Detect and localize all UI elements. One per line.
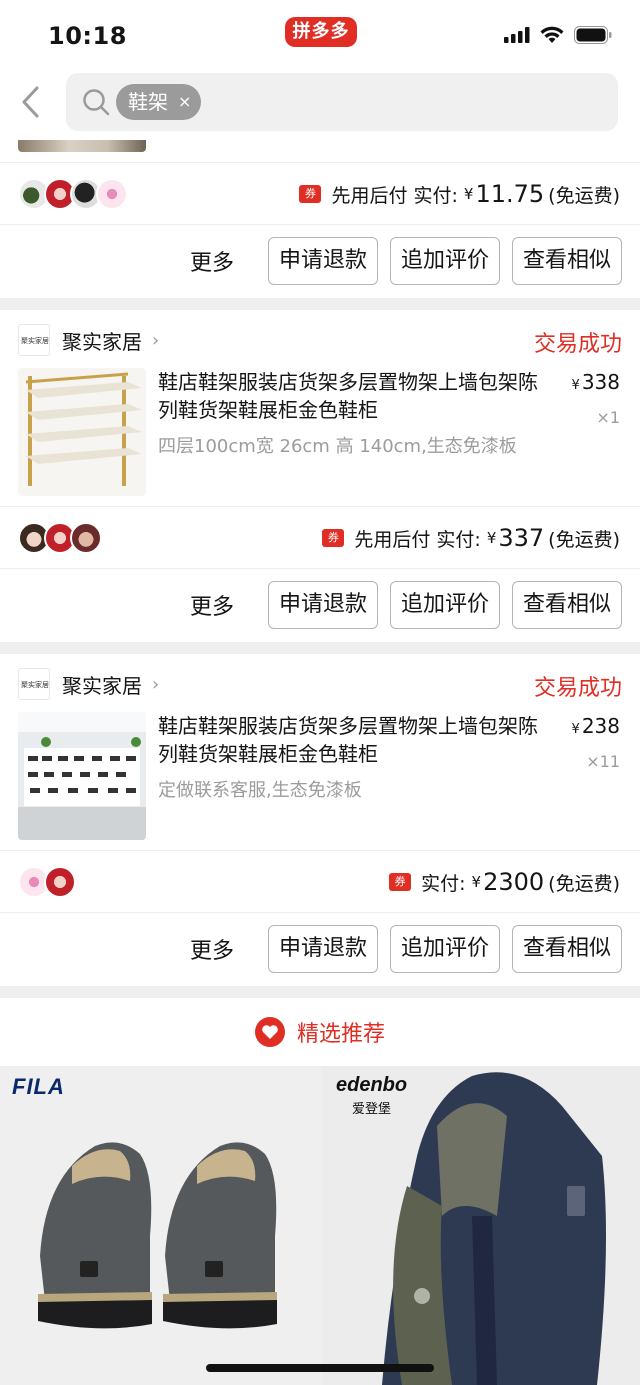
clear-keyword-icon[interactable]: × xyxy=(178,84,191,120)
product-title[interactable]: 鞋店鞋架服装店货架多层置物架上墙包架陈列鞋货架鞋展柜金色鞋柜 xyxy=(158,712,548,768)
product-quantity: ×11 xyxy=(586,752,620,771)
coupon-icon: 券 xyxy=(299,185,322,203)
order-actions: 更多 申请退款 追加评价 查看相似 xyxy=(190,237,622,285)
product-spec: 定做联系客服,生态免漆板 xyxy=(158,780,362,801)
search-input[interactable]: 鞋架 × xyxy=(66,73,618,131)
product-quantity: ×1 xyxy=(596,408,620,427)
battery-icon xyxy=(574,26,612,44)
chevron-left-icon xyxy=(22,86,39,118)
shop-name: 聚实家居 xyxy=(62,329,142,354)
more-button[interactable]: 更多 xyxy=(190,245,234,277)
order-status: 交易成功 xyxy=(533,676,622,701)
currency-symbol: ¥ xyxy=(463,185,474,203)
coupon-icon: 券 xyxy=(322,529,345,547)
recommendation-card[interactable]: edenbo 爱登堡 xyxy=(322,1066,640,1385)
order-card: 聚实家居 聚实家居 › 交易成功 鞋店鞋架服装店货架多层置物架上墙包架陈列鞋货架… xyxy=(0,310,640,642)
down-jacket-image xyxy=(382,1072,606,1385)
heart-icon xyxy=(254,1017,285,1047)
product-image[interactable] xyxy=(18,712,146,840)
avatar xyxy=(70,522,102,554)
payment-summary: 券 先用后付 实付: ¥ 11.75 (免运费) xyxy=(299,180,620,208)
store-display-image xyxy=(18,712,146,840)
system-icons xyxy=(504,26,612,44)
shipping-note: (免运费) xyxy=(548,872,620,895)
buyer-avatars xyxy=(18,522,102,554)
product-image[interactable] xyxy=(18,368,146,496)
order-actions: 更多 申请退款 追加评价 查看相似 xyxy=(190,581,622,629)
divider xyxy=(0,162,640,163)
recommend-header: 精选推荐 xyxy=(0,998,640,1066)
divider xyxy=(0,850,640,851)
shop-logo: 聚实家居 xyxy=(18,324,50,356)
product-title[interactable]: 鞋店鞋架服装店货架多层置物架上墙包架陈列鞋货架鞋展柜金色鞋柜 xyxy=(158,368,548,424)
divider xyxy=(0,224,640,225)
search-icon xyxy=(83,89,110,116)
order-status: 交易成功 xyxy=(533,332,622,357)
shoe-rack-image xyxy=(18,368,146,496)
chevron-right-icon: › xyxy=(152,673,160,695)
refund-button[interactable]: 申请退款 xyxy=(267,581,378,629)
paid-label: 实付: xyxy=(421,872,466,895)
add-review-button[interactable]: 追加评价 xyxy=(389,581,500,629)
recommendation-card[interactable]: FILA xyxy=(0,1066,318,1385)
refund-button[interactable]: 申请退款 xyxy=(267,925,378,973)
currency-symbol: ¥ xyxy=(471,873,482,891)
paid-amount: 2300 xyxy=(483,868,545,896)
paid-label: 实付: xyxy=(436,528,481,551)
paid-amount: 337 xyxy=(498,524,545,552)
chevron-right-icon: › xyxy=(152,329,160,351)
more-button[interactable]: 更多 xyxy=(190,589,234,621)
divider xyxy=(0,506,640,507)
app-badge: 拼多多 xyxy=(285,17,357,47)
pay-later-label: 先用后付 xyxy=(331,184,408,207)
add-review-button[interactable]: 追加评价 xyxy=(389,925,500,973)
product-image xyxy=(18,140,146,152)
refund-button[interactable]: 申请退款 xyxy=(267,237,378,285)
payment-summary: 券 实付: ¥ 2300 (免运费) xyxy=(389,868,620,896)
sneakers-image xyxy=(38,1142,277,1329)
back-button[interactable] xyxy=(16,82,46,122)
view-similar-button[interactable]: 查看相似 xyxy=(511,925,622,973)
cellular-signal-icon xyxy=(504,27,530,43)
order-card: 券 先用后付 实付: ¥ 11.75 (免运费) 更多 申请退款 追加评价 查看… xyxy=(0,140,640,298)
avatar xyxy=(96,178,128,210)
view-similar-button[interactable]: 查看相似 xyxy=(511,237,622,285)
order-card: 聚实家居 聚实家居 › 交易成功 鞋店鞋架服装店货架多层置物架上墙包架陈列鞋货架… xyxy=(0,654,640,986)
payment-summary: 券 先用后付 实付: ¥ 337 (免运费) xyxy=(322,524,620,552)
more-button[interactable]: 更多 xyxy=(190,933,234,965)
currency-symbol: ¥ xyxy=(486,529,497,547)
home-indicator[interactable] xyxy=(206,1364,434,1372)
paid-amount: 11.75 xyxy=(475,180,545,208)
view-similar-button[interactable]: 查看相似 xyxy=(511,581,622,629)
search-header: 鞋架 × xyxy=(0,64,640,140)
wifi-icon xyxy=(540,26,564,43)
coupon-icon: 券 xyxy=(389,873,412,891)
product-price: ¥238 xyxy=(571,714,620,738)
buyer-avatars xyxy=(18,178,128,210)
pay-later-label: 先用后付 xyxy=(354,528,431,551)
divider xyxy=(0,912,640,913)
search-keyword: 鞋架 xyxy=(128,90,168,114)
shipping-note: (免运费) xyxy=(548,184,620,207)
buyer-avatars xyxy=(18,866,76,898)
add-review-button[interactable]: 追加评价 xyxy=(389,237,500,285)
product-spec: 四层100cm宽 26cm 高 140cm,生态免漆板 xyxy=(158,436,517,457)
shipping-note: (免运费) xyxy=(548,528,620,551)
clock: 10:18 xyxy=(48,22,127,50)
search-keyword-chip[interactable]: 鞋架 × xyxy=(116,84,202,120)
avatar xyxy=(44,866,76,898)
shop-name: 聚实家居 xyxy=(62,673,142,698)
divider xyxy=(0,568,640,569)
order-actions: 更多 申请退款 追加评价 查看相似 xyxy=(190,925,622,973)
shop-row[interactable]: 聚实家居 聚实家居 › xyxy=(18,668,159,700)
status-bar: 10:18 拼多多 xyxy=(0,0,640,64)
paid-label: 实付: xyxy=(413,184,458,207)
product-price: ¥338 xyxy=(571,370,620,394)
shop-row[interactable]: 聚实家居 聚实家居 › xyxy=(18,324,159,356)
shop-logo: 聚实家居 xyxy=(18,668,50,700)
recommend-title: 精选推荐 xyxy=(296,1022,385,1047)
